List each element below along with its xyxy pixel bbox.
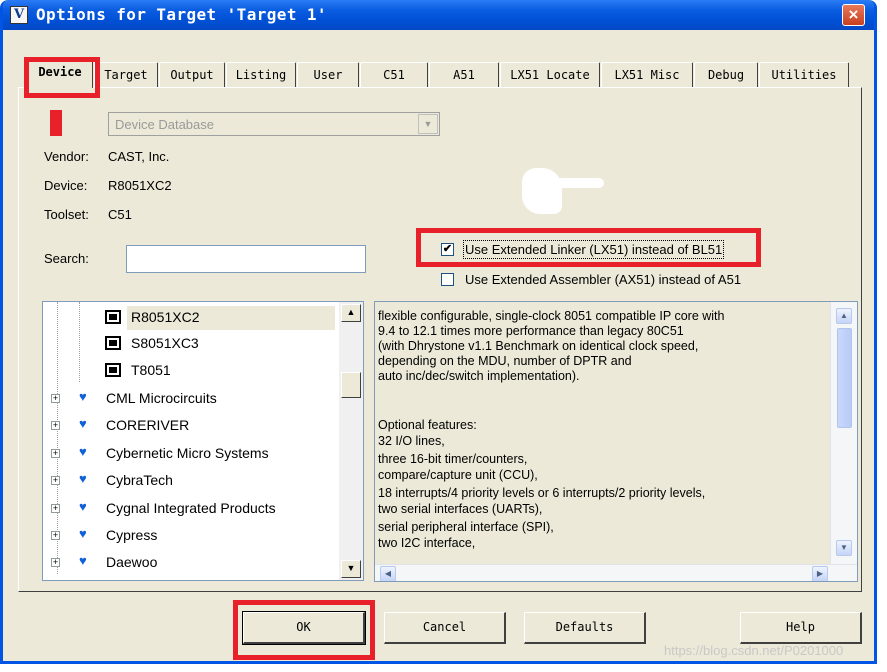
scroll-right-icon[interactable]: ▶ [812, 566, 828, 581]
tab-device[interactable]: Device [27, 59, 93, 88]
scroll-down-icon[interactable]: ▼ [836, 540, 852, 556]
tree-vendor-item[interactable]: + ♥ CORERIVER [51, 414, 335, 438]
assembler-option[interactable]: Use Extended Assembler (AX51) instead of… [441, 271, 781, 289]
tab-output[interactable]: Output [159, 62, 225, 88]
redaction-patch-tail [556, 178, 604, 188]
help-button[interactable]: Help [740, 612, 862, 644]
scroll-up-icon[interactable]: ▲ [836, 308, 852, 324]
scroll-thumb[interactable] [837, 328, 852, 428]
tree-vendor-item[interactable]: + ♥ Daewoo [51, 551, 335, 575]
tree-device-item[interactable]: R8051XC2 [105, 306, 335, 330]
tab-listing[interactable]: Listing [226, 62, 296, 88]
tree-device-item[interactable]: S8051XC3 [105, 332, 335, 356]
title-bar[interactable]: V Options for Target 'Target 1' × [3, 0, 874, 30]
expand-icon[interactable]: + [51, 476, 60, 485]
tree-vendor-item[interactable]: + ♥ Cybernetic Micro Systems [51, 442, 335, 466]
device-database-value: Device Database [115, 117, 214, 132]
scroll-up-icon[interactable]: ▲ [341, 304, 361, 322]
scroll-thumb[interactable] [341, 372, 361, 398]
watermark: https://blog.csdn.net/P0201000 [664, 643, 844, 658]
device-database-select[interactable]: Device Database ▼ [108, 112, 440, 136]
assembler-checkbox-label: Use Extended Assembler (AX51) instead of… [465, 272, 742, 287]
app-icon: V [10, 6, 28, 24]
vendor-icon: ♥ [79, 471, 87, 486]
assembler-checkbox[interactable] [441, 273, 454, 286]
search-input[interactable] [126, 245, 366, 273]
expand-icon[interactable]: + [51, 394, 60, 403]
linker-option[interactable]: ✔ Use Extended Linker (LX51) instead of … [441, 240, 761, 259]
device-value: R8051XC2 [108, 178, 172, 193]
vendor-value: CAST, Inc. [108, 149, 170, 164]
scroll-down-icon[interactable]: ▼ [341, 560, 361, 578]
tab-lx51-locate[interactable]: LX51 Locate [500, 62, 600, 88]
tree-vendor-item[interactable]: + ♥ Cypress [51, 524, 335, 548]
expand-icon[interactable]: + [51, 558, 60, 567]
search-label: Search: [44, 251, 89, 266]
description-vscrollbar[interactable]: ▲ ▼ [830, 302, 857, 564]
window-title: Options for Target 'Target 1' [36, 5, 327, 24]
tab-utilities[interactable]: Utilities [759, 62, 849, 88]
vendor-icon: ♥ [79, 499, 87, 514]
device-description: flexible configurable, single-clock 8051… [374, 301, 858, 582]
linker-checkbox[interactable]: ✔ [441, 243, 454, 256]
vendor-icon: ♥ [79, 526, 87, 541]
tab-target[interactable]: Target [94, 62, 158, 88]
tab-user[interactable]: User [297, 62, 359, 88]
defaults-button[interactable]: Defaults [524, 612, 646, 644]
toolset-value: C51 [108, 207, 132, 222]
highlight-marker [50, 110, 62, 136]
vendor-icon: ♥ [79, 444, 87, 459]
tab-lx51-misc[interactable]: LX51 Misc [601, 62, 693, 88]
ok-button[interactable]: OK [242, 611, 366, 645]
linker-checkbox-label: Use Extended Linker (LX51) instead of BL… [462, 240, 725, 259]
expand-icon[interactable]: + [51, 421, 60, 430]
expand-icon[interactable]: + [51, 504, 60, 513]
tree-device-item[interactable]: T8051 [105, 359, 335, 383]
tab-debug[interactable]: Debug [694, 62, 758, 88]
tab-a51[interactable]: A51 [429, 62, 499, 88]
tree-vendor-item[interactable]: + ♥ CybraTech [51, 469, 335, 493]
tree-vendor-item[interactable]: + ♥ Cygnal Integrated Products [51, 497, 335, 521]
vendor-icon: ♥ [79, 389, 87, 404]
expand-icon[interactable]: + [51, 449, 60, 458]
device-label: Device: [44, 178, 88, 193]
vendor-label: Vendor: [44, 149, 89, 164]
expand-icon[interactable]: + [51, 531, 60, 540]
chip-icon [105, 310, 121, 324]
device-tree[interactable]: R8051XC2 S8051XC3 T8051 + ♥ CML Microcir… [42, 301, 364, 581]
scroll-left-icon[interactable]: ◀ [380, 566, 396, 581]
tree-vendor-item[interactable]: + ♥ CML Microcircuits [51, 387, 335, 411]
description-hscrollbar[interactable]: ◀ ▶ [375, 564, 857, 581]
redaction-patch [522, 168, 562, 214]
vendor-icon: ♥ [79, 416, 87, 431]
tree-scrollbar[interactable]: ▲ ▼ [339, 302, 363, 580]
close-button[interactable]: × [842, 4, 865, 26]
tab-c51[interactable]: C51 [360, 62, 428, 88]
toolset-label: Toolset: [44, 207, 89, 222]
cancel-button[interactable]: Cancel [384, 612, 506, 644]
tree-guide-line-inner [79, 302, 80, 382]
chevron-down-icon: ▼ [418, 114, 438, 134]
chip-icon [105, 363, 121, 377]
vendor-icon: ♥ [79, 553, 87, 568]
chip-icon [105, 336, 121, 350]
